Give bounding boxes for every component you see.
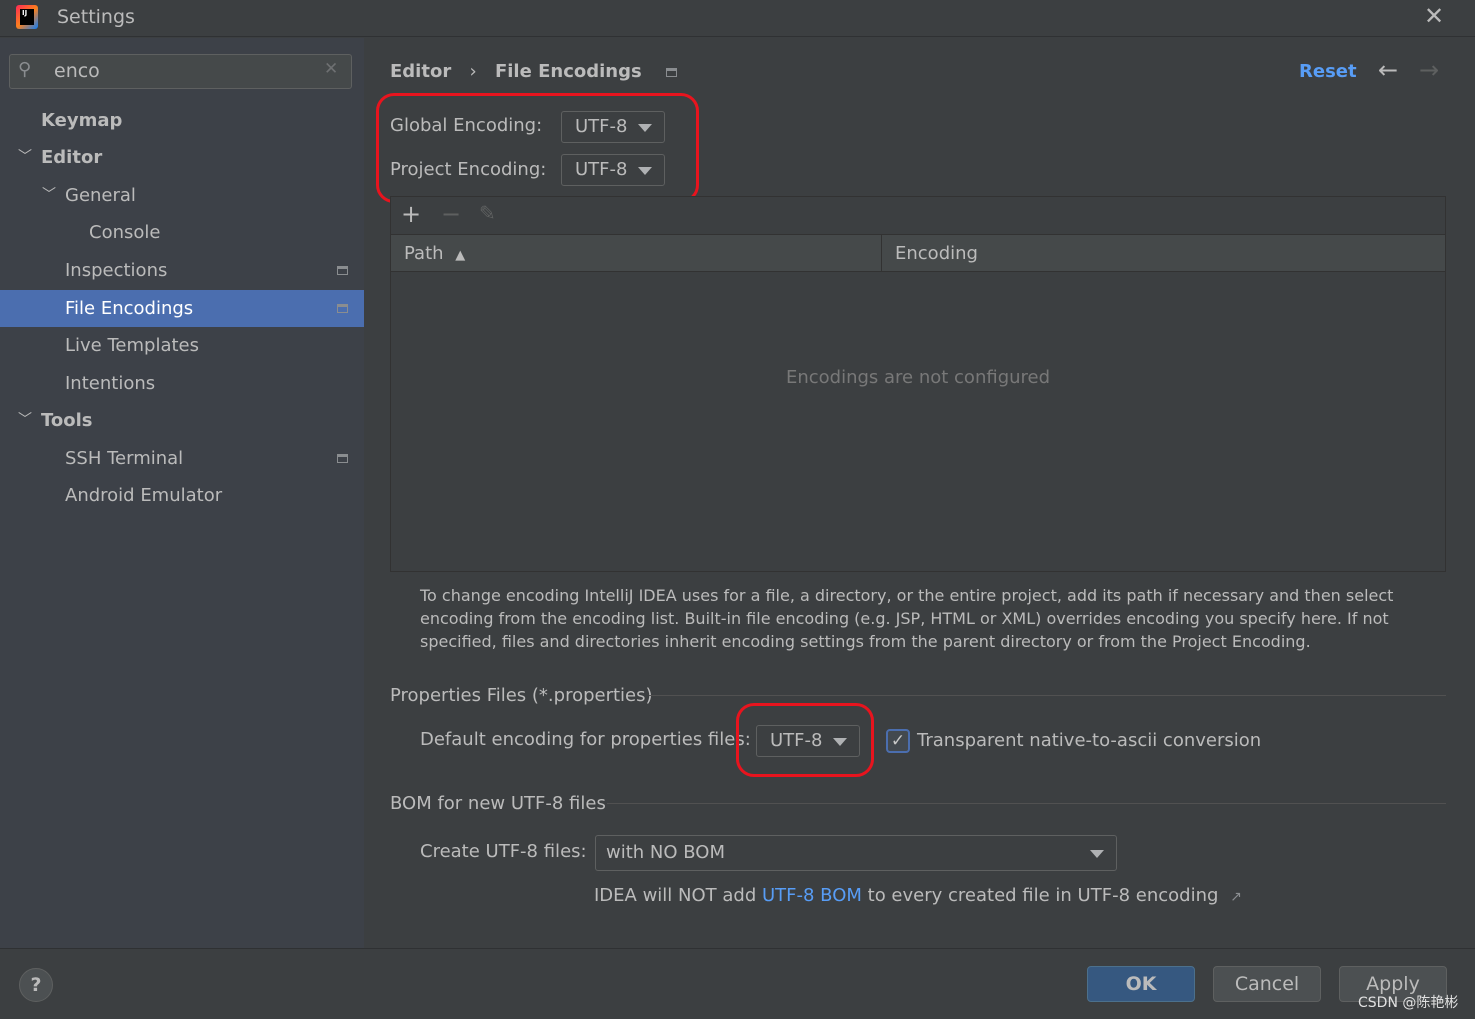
dialog-footer: ? OK Cancel Apply CSDN @陈艳彬 <box>0 948 1475 1019</box>
title-bar: IJ Settings ✕ <box>0 0 1475 37</box>
bom-note-text: to every created file in UTF-8 encoding <box>861 885 1219 906</box>
transparent-conversion-checkbox[interactable]: ✓ <box>886 729 910 753</box>
breadcrumb: Editor › File Encodings <box>390 61 677 82</box>
sidebar-item-label: Console <box>89 222 161 243</box>
sidebar-item-intentions[interactable]: Intentions <box>0 365 364 402</box>
sidebar-item-android-emulator[interactable]: Android Emulator <box>0 477 364 514</box>
project-scope-icon <box>337 304 348 313</box>
table-header: Path ▲ Encoding <box>391 235 1445 272</box>
sort-ascending-icon: ▲ <box>455 248 466 263</box>
add-icon[interactable]: + <box>401 200 421 228</box>
breadcrumb-editor[interactable]: Editor <box>390 61 451 82</box>
sidebar-item-console[interactable]: Console <box>0 214 364 251</box>
transparent-conversion-label[interactable]: Transparent native-to-ascii conversion <box>917 730 1261 751</box>
section-divider <box>649 695 1446 696</box>
properties-section-title: Properties Files (*.properties) <box>390 685 663 706</box>
settings-content: Editor › File Encodings Reset ← → Global… <box>364 38 1475 948</box>
encoding-mappings-table: + − ✎ Path ▲ Encoding Encodings are not … <box>390 196 1446 572</box>
forward-arrow-icon[interactable]: → <box>1419 56 1439 84</box>
edit-icon[interactable]: ✎ <box>479 201 496 225</box>
search-field[interactable]: ⚲ enco ✕ <box>9 54 352 89</box>
sidebar-item-tools[interactable]: ﹀ Tools <box>0 402 364 439</box>
sidebar-item-label: Intentions <box>65 373 156 394</box>
dropdown-value: with NO BOM <box>606 842 725 863</box>
sidebar-item-editor[interactable]: ﹀ Editor <box>0 139 364 176</box>
column-header-encoding[interactable]: Encoding <box>883 235 990 272</box>
sidebar-item-label: Keymap <box>41 110 123 131</box>
sidebar-item-label: General <box>65 185 136 206</box>
back-arrow-icon[interactable]: ← <box>1378 56 1398 84</box>
sidebar-item-general[interactable]: ﹀ General <box>0 177 364 214</box>
settings-sidebar: ⚲ enco ✕ Keymap ﹀ Editor ﹀ General Console… <box>0 38 364 948</box>
table-toolbar: + − ✎ <box>391 197 1445 235</box>
utf8-bom-link[interactable]: UTF-8 BOM <box>762 885 862 906</box>
window-title: Settings <box>57 6 135 28</box>
reset-link[interactable]: Reset <box>1299 61 1357 82</box>
project-scope-icon <box>665 68 677 77</box>
sidebar-item-label: Editor <box>41 147 103 168</box>
sidebar-item-inspections[interactable]: Inspections <box>0 252 364 289</box>
breadcrumb-separator-icon: › <box>469 61 477 82</box>
help-text: To change encoding IntelliJ IDEA uses fo… <box>420 586 1394 651</box>
sidebar-item-file-encodings[interactable]: File Encodings <box>0 290 364 327</box>
create-utf8-dropdown[interactable]: with NO BOM <box>595 835 1117 871</box>
watermark: CSDN @陈艳彬 <box>1358 995 1459 1011</box>
remove-icon[interactable]: − <box>441 200 461 228</box>
sidebar-item-label: Android Emulator <box>65 485 223 506</box>
create-utf8-label: Create UTF-8 files: <box>420 841 587 862</box>
section-divider <box>607 803 1446 804</box>
bom-note: IDEA will NOT add UTF-8 BOM to every cre… <box>594 885 1242 906</box>
ok-button[interactable]: OK <box>1087 966 1195 1002</box>
sidebar-item-ssh-terminal[interactable]: SSH Terminal <box>0 440 364 477</box>
project-scope-icon <box>337 454 348 463</box>
bom-note-text: IDEA will NOT add <box>594 885 762 906</box>
chevron-down-icon[interactable]: ﹀ <box>18 402 32 439</box>
highlight-annotation <box>376 93 699 203</box>
search-icon: ⚲ <box>18 59 32 80</box>
column-header-path[interactable]: Path ▲ <box>391 235 882 271</box>
breadcrumb-current: File Encodings <box>494 61 642 82</box>
sidebar-item-keymap[interactable]: Keymap <box>0 102 364 139</box>
chevron-down-icon[interactable]: ﹀ <box>18 139 32 176</box>
close-icon[interactable]: ✕ <box>1424 2 1444 30</box>
dropdown-arrow-icon <box>1090 850 1104 858</box>
column-label: Path <box>404 243 444 264</box>
external-link-icon[interactable]: ↗ <box>1230 889 1242 905</box>
sidebar-item-label: Tools <box>41 410 93 431</box>
table-empty-text: Encodings are not configured <box>785 367 1051 388</box>
intellij-logo-icon: IJ <box>16 5 38 29</box>
sidebar-item-live-templates[interactable]: Live Templates <box>0 327 364 364</box>
default-properties-encoding-label: Default encoding for properties files: <box>420 729 751 750</box>
sidebar-item-label: Inspections <box>65 260 168 281</box>
sidebar-item-label: File Encodings <box>65 298 194 319</box>
bom-section-title: BOM for new UTF-8 files <box>390 793 606 814</box>
chevron-down-icon[interactable]: ﹀ <box>42 177 56 214</box>
sidebar-item-label: SSH Terminal <box>65 448 184 469</box>
project-scope-icon <box>337 266 348 275</box>
highlight-annotation <box>736 703 874 777</box>
sidebar-item-label: Live Templates <box>65 335 199 356</box>
cancel-button[interactable]: Cancel <box>1213 966 1321 1002</box>
help-button[interactable]: ? <box>19 968 53 1002</box>
clear-search-icon[interactable]: ✕ <box>324 59 338 79</box>
search-input[interactable]: enco <box>54 60 100 82</box>
